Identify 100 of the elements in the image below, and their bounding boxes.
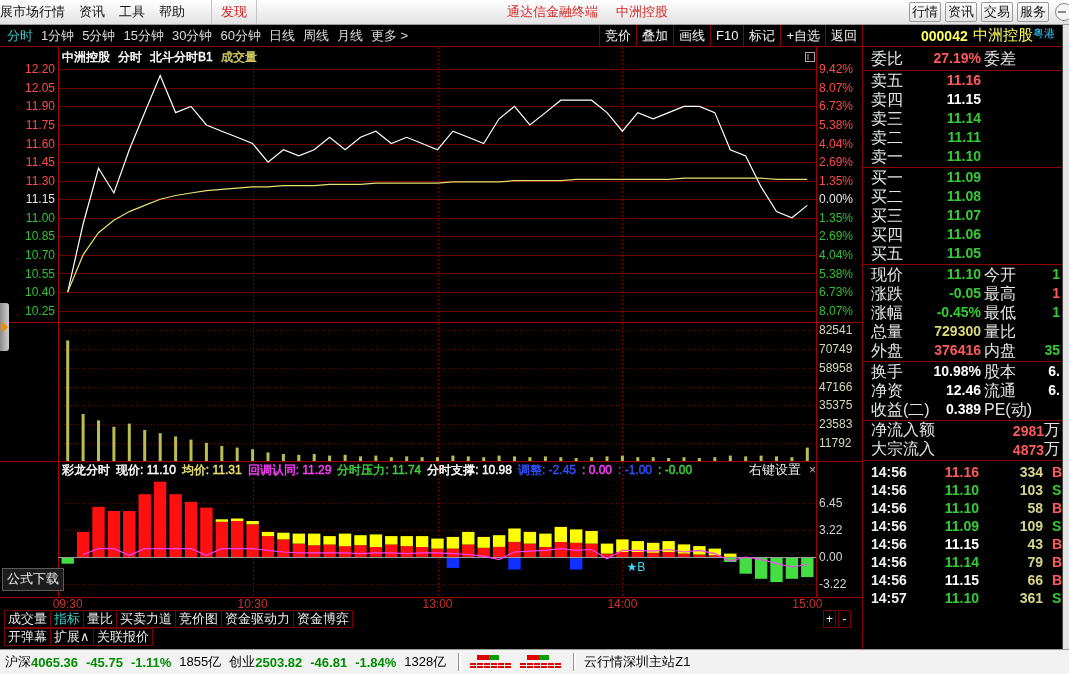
period-tab[interactable]: 更多 > <box>366 25 413 46</box>
axis-label: 35375 <box>819 398 853 413</box>
chart-tool-button[interactable]: 竞价 <box>599 25 636 46</box>
indicator-tab[interactable]: 竞价图 <box>175 610 222 628</box>
zoom-button[interactable]: - <box>838 610 851 628</box>
index-amount: 1855亿 <box>179 653 222 671</box>
chart-tool-button[interactable]: 叠加 <box>636 25 673 46</box>
period-tab[interactable]: 60分钟 <box>216 25 265 46</box>
menu-item[interactable]: 工具 <box>119 3 145 21</box>
quote-value: 729300 <box>934 323 981 340</box>
menu-item[interactable]: 展市场行情 <box>0 3 65 21</box>
trade-volume: 361 <box>1019 590 1043 606</box>
indicator-legend: : -1.00 <box>618 463 653 477</box>
time-label: 09:30 <box>52 597 83 610</box>
trade-time: 14:56 <box>871 464 907 480</box>
trade-time: 14:56 <box>871 572 907 588</box>
period-tab[interactable]: 15分钟 <box>119 25 168 46</box>
trade-price: 11.10 <box>944 590 979 606</box>
quote-label: 买二 <box>871 187 903 206</box>
period-tab[interactable]: 5分钟 <box>78 25 120 46</box>
close-button[interactable]: × <box>809 463 816 477</box>
quote-label: 卖一 <box>871 147 903 166</box>
top-button[interactable]: 行情 <box>909 2 941 22</box>
indicator-legend: 分时支撑: 10.98 <box>427 463 512 477</box>
quote-label: 委差 <box>984 49 1016 68</box>
chart-tool-button[interactable]: 标记 <box>743 25 781 46</box>
option-tab[interactable]: 开弹幕 <box>4 628 51 646</box>
zoom-button[interactable]: + <box>823 610 836 628</box>
quote-value: 11.10 <box>946 148 981 165</box>
chart-title: 成交量 <box>220 50 257 64</box>
quote-value: 11.15 <box>946 91 981 108</box>
discover-menu[interactable]: 发现 <box>211 0 257 24</box>
quote-label: 涨幅 <box>871 303 903 322</box>
chart-tool-button[interactable]: +自选 <box>780 25 825 46</box>
quote-value: 0.389 <box>945 401 981 418</box>
square-icon[interactable] <box>805 52 815 62</box>
axis-label: 11792 <box>819 436 852 451</box>
quote-value: 11.14 <box>946 110 981 127</box>
quote-value: 35 <box>1044 342 1060 359</box>
quote-label: 流通 <box>984 381 1016 400</box>
chart-tool-button[interactable]: 返回 <box>825 25 862 46</box>
period-tab[interactable]: 日线 <box>264 25 299 46</box>
option-tab[interactable]: 扩展∧ <box>50 628 94 646</box>
quote-label: 卖三 <box>871 109 903 128</box>
menu-item[interactable]: 帮助 <box>159 3 185 21</box>
indicator-legend: : 0.00 <box>582 463 612 477</box>
trade-time: 14:56 <box>871 518 907 534</box>
flow-unit: 万 <box>1044 439 1060 459</box>
quote-label: 换手 <box>871 362 903 381</box>
flow-unit: 万 <box>1044 420 1060 440</box>
trade-time: 14:57 <box>871 590 907 606</box>
period-tab[interactable]: 分时 <box>3 25 37 46</box>
quote-label: 现价 <box>871 265 903 284</box>
quote-label: 买四 <box>871 225 903 244</box>
top-button[interactable]: 交易 <box>981 2 1013 22</box>
quote-value: -0.05 <box>949 285 981 302</box>
trade-price: 11.16 <box>944 464 979 480</box>
trade-price: 11.09 <box>944 518 979 534</box>
quote-value: 11.16 <box>946 72 981 89</box>
trade-volume: 66 <box>1027 572 1043 588</box>
quote-value: 27.19% <box>933 50 981 67</box>
chart-title: 北斗分时B1 <box>150 50 213 64</box>
settings-label[interactable]: 右键设置 <box>749 463 801 477</box>
quote-value: 11.10 <box>946 266 981 283</box>
quote-label: 净资 <box>871 381 903 400</box>
option-tab[interactable]: 关联报价 <box>92 628 153 646</box>
quote-value: 6. <box>1048 363 1060 380</box>
trade-volume: 58 <box>1027 500 1043 516</box>
top-button[interactable]: 服务 <box>1017 2 1049 22</box>
indicator-tab[interactable]: 买卖力道 <box>116 610 176 628</box>
side-handle[interactable] <box>0 303 9 351</box>
period-tab[interactable]: 月线 <box>332 25 367 46</box>
trade-time: 14:56 <box>871 554 907 570</box>
index-value: 2503.82 <box>255 654 303 670</box>
indicator-tab[interactable]: 指标 <box>50 610 84 628</box>
time-label: 13:00 <box>422 597 453 610</box>
indicator-tab[interactable]: 资金驱动力 <box>221 610 294 628</box>
period-tab[interactable]: 周线 <box>298 25 333 46</box>
axis-label: -3.22 <box>819 576 847 591</box>
menu-item[interactable]: 资讯 <box>79 3 105 21</box>
formula-download-button[interactable]: 公式下载 <box>2 568 64 591</box>
top-button[interactable]: 资讯 <box>945 2 977 22</box>
stock-code: 000042 <box>921 27 968 44</box>
trade-side: B <box>1052 500 1063 516</box>
indicator-tab[interactable]: 资金博弈 <box>293 610 353 628</box>
period-tab[interactable]: 30分钟 <box>167 25 217 46</box>
trade-price: 11.15 <box>944 572 979 588</box>
chart-tool-button[interactable]: 画线 <box>673 25 710 46</box>
trade-volume: 79 <box>1027 554 1043 570</box>
trade-price: 11.10 <box>944 500 979 516</box>
indicator-tab[interactable]: 成交量 <box>4 610 51 628</box>
quote-label: 内盘 <box>984 341 1016 360</box>
indicator-tab[interactable]: 量比 <box>83 610 117 628</box>
chart-tool-button[interactable]: F10 <box>710 25 744 46</box>
app-title: 通达信金融终端 <box>507 3 598 21</box>
period-tab[interactable]: 1分钟 <box>37 25 79 46</box>
quote-label: 收益(二) <box>871 400 930 419</box>
index-percent: -1.84% <box>355 654 397 670</box>
trade-volume: 109 <box>1019 518 1043 534</box>
triangle-icon <box>1 322 8 332</box>
